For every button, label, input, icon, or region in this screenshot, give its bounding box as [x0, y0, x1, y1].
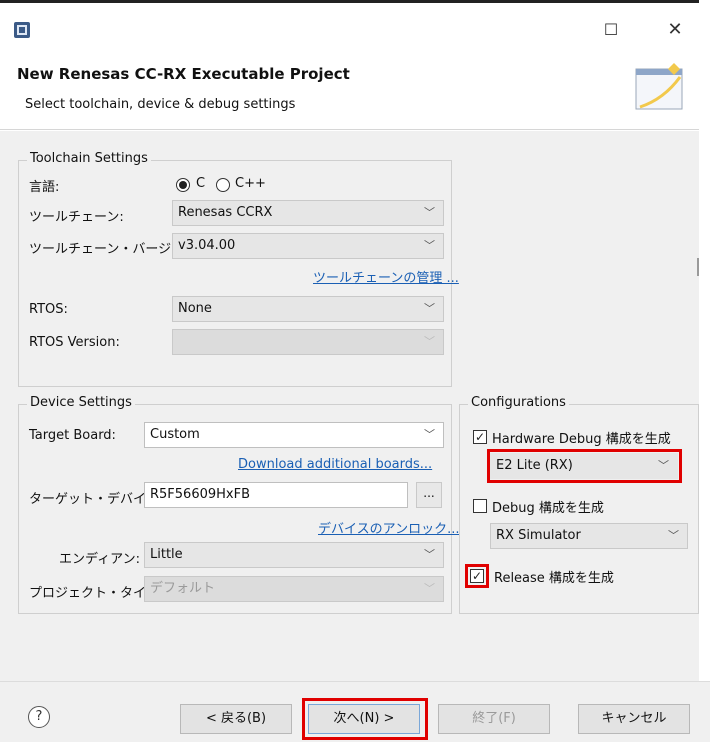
- debug-label[interactable]: Debug 構成を生成: [492, 497, 604, 516]
- language-c-radio[interactable]: [176, 178, 190, 192]
- device-unlock-link[interactable]: デバイスのアンロック...: [318, 518, 460, 537]
- chevron-down-icon: ﹀: [424, 548, 435, 561]
- rtos-version-label: RTOS Version:: [29, 335, 120, 350]
- title-bar: ☐ ✕: [0, 3, 710, 47]
- dialog-edge: [699, 0, 710, 742]
- chevron-down-icon: ﹀: [668, 529, 679, 542]
- chevron-down-icon: ﹀: [424, 302, 435, 315]
- chevron-down-icon: ﹀: [424, 239, 435, 252]
- target-board-label: Target Board:: [29, 428, 116, 443]
- project-type-select[interactable]: デフォルト ﹀: [144, 576, 444, 602]
- chevron-down-icon: ﹀: [424, 582, 435, 595]
- endian-select[interactable]: Little ﹀: [144, 542, 444, 568]
- endian-label: エンディアン:: [59, 552, 140, 567]
- cancel-button[interactable]: キャンセル: [578, 704, 690, 734]
- chevron-down-icon: ﹀: [424, 335, 435, 348]
- manage-toolchain-link[interactable]: ツールチェーンの管理 ...: [313, 267, 459, 286]
- toolchain-value: Renesas CCRX: [178, 205, 273, 220]
- next-button-highlight: [302, 698, 428, 740]
- configurations-legend: Configurations: [468, 395, 569, 410]
- debug-tool-value: RX Simulator: [496, 528, 581, 543]
- target-device-field[interactable]: R5F56609HxFB: [144, 482, 408, 508]
- download-boards-link[interactable]: Download additional boards...: [238, 457, 432, 472]
- debug-checkbox[interactable]: [473, 499, 487, 513]
- rtos-value: None: [178, 301, 212, 316]
- finish-button[interactable]: 終了(F): [438, 704, 550, 734]
- chevron-down-icon: ﹀: [424, 428, 435, 441]
- language-cpp-radio[interactable]: [216, 178, 230, 192]
- chevron-down-icon: ﹀: [424, 206, 435, 219]
- wizard-banner-icon: [635, 63, 683, 110]
- button-bar: ? < 戻る(B) 次へ(N) > 終了(F) キャンセル: [0, 681, 710, 742]
- wizard-header: New Renesas CC-RX Executable Project Sel…: [0, 47, 710, 130]
- hw-debug-label[interactable]: Hardware Debug 構成を生成: [492, 428, 671, 447]
- app-icon: [14, 22, 30, 38]
- target-board-select[interactable]: Custom ﹀: [144, 422, 444, 448]
- help-icon[interactable]: ?: [28, 706, 50, 728]
- scroll-indicator[interactable]: [697, 258, 699, 276]
- language-cpp-label[interactable]: C++: [235, 176, 266, 191]
- hw-debug-tool-highlight: [487, 449, 682, 483]
- endian-value: Little: [150, 547, 183, 562]
- maximize-button[interactable]: ☐: [596, 17, 626, 43]
- close-button[interactable]: ✕: [660, 17, 690, 43]
- language-label: 言語:: [29, 180, 60, 195]
- rtos-version-select[interactable]: ﹀: [172, 329, 444, 355]
- toolchain-label: ツールチェーン:: [29, 210, 124, 225]
- device-settings-legend: Device Settings: [27, 395, 135, 410]
- project-type-value: デフォルト: [150, 581, 216, 596]
- target-board-value: Custom: [150, 427, 200, 442]
- toolchain-version-value: v3.04.00: [178, 238, 236, 253]
- release-checkbox-highlight: [465, 564, 489, 588]
- wizard-subtitle: Select toolchain, device & debug setting…: [25, 97, 296, 112]
- wizard-title: New Renesas CC-RX Executable Project: [17, 65, 350, 83]
- toolchain-settings-legend: Toolchain Settings: [27, 151, 151, 166]
- target-device-label: ターゲット・デバイス:: [29, 492, 163, 507]
- release-label[interactable]: Release 構成を生成: [494, 567, 614, 586]
- debug-tool-select[interactable]: RX Simulator ﹀: [490, 523, 688, 549]
- language-c-label[interactable]: C: [196, 176, 205, 191]
- toolchain-version-select[interactable]: v3.04.00 ﹀: [172, 233, 444, 259]
- toolchain-select[interactable]: Renesas CCRX ﹀: [172, 200, 444, 226]
- rtos-label: RTOS:: [29, 302, 68, 317]
- back-button[interactable]: < 戻る(B): [180, 704, 292, 734]
- hw-debug-checkbox[interactable]: ✓: [473, 430, 487, 444]
- rtos-select[interactable]: None ﹀: [172, 296, 444, 322]
- browse-device-button[interactable]: ...: [416, 482, 442, 508]
